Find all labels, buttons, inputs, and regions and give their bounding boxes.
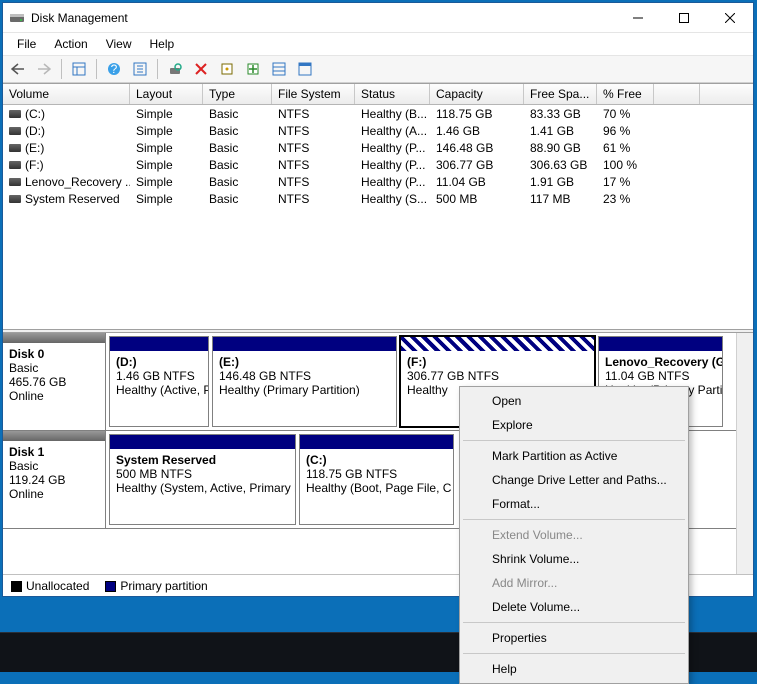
properties-button[interactable] (216, 58, 238, 80)
ctx-open[interactable]: Open (462, 389, 686, 413)
partition-title: (D:) (116, 355, 137, 369)
help-button[interactable]: ? (103, 58, 125, 80)
window-title: Disk Management (31, 11, 615, 25)
action-button[interactable] (242, 58, 264, 80)
toolbar: ? (3, 55, 753, 83)
partition-bar (599, 337, 722, 351)
refresh-button[interactable] (164, 58, 186, 80)
volume-icon (9, 195, 21, 203)
minimize-button[interactable] (615, 3, 661, 33)
ctx-help[interactable]: Help (462, 657, 686, 681)
col-status[interactable]: Status (355, 84, 430, 104)
vertical-scrollbar[interactable] (736, 333, 753, 574)
ctx-extend-volume: Extend Volume... (462, 523, 686, 547)
menubar: File Action View Help (3, 33, 753, 55)
partition-title: (C:) (306, 453, 327, 467)
maximize-button[interactable] (661, 3, 707, 33)
show-hide-tree-button[interactable] (68, 58, 90, 80)
partition-title: Lenovo_Recovery (G:) (605, 355, 722, 369)
volume-row[interactable]: (C:)SimpleBasicNTFSHealthy (B...118.75 G… (3, 105, 753, 122)
ctx-add-mirror: Add Mirror... (462, 571, 686, 595)
back-button[interactable] (7, 58, 29, 80)
legend-primary: Primary partition (105, 579, 207, 593)
col-capacity[interactable]: Capacity (430, 84, 524, 104)
disk-label: Disk 0 (9, 347, 44, 361)
volume-name: Lenovo_Recovery ... (25, 175, 130, 189)
volume-list-pane[interactable]: VolumeLayoutTypeFile SystemStatusCapacit… (3, 84, 753, 329)
menu-action[interactable]: Action (46, 35, 95, 53)
volume-icon (9, 178, 21, 186)
partition-bar (213, 337, 396, 351)
legend-unallocated: Unallocated (11, 579, 89, 593)
close-button[interactable] (707, 3, 753, 33)
volume-row[interactable]: (E:)SimpleBasicNTFSHealthy (P...146.48 G… (3, 139, 753, 156)
disk-label: Disk 1 (9, 445, 44, 459)
partition[interactable]: (C:)118.75 GB NTFSHealthy (Boot, Page Fi… (299, 434, 454, 525)
volume-name: (F:) (25, 158, 44, 172)
titlebar[interactable]: Disk Management (3, 3, 753, 33)
ctx-format[interactable]: Format... (462, 492, 686, 516)
forward-button[interactable] (33, 58, 55, 80)
partition[interactable]: (E:)146.48 GB NTFSHealthy (Primary Parti… (212, 336, 397, 427)
disk-header[interactable]: Disk 0Basic465.76 GBOnline (3, 333, 106, 430)
col-fs[interactable]: File System (272, 84, 355, 104)
volume-icon (9, 127, 21, 135)
partition-title: (E:) (219, 355, 239, 369)
graphical-view-button[interactable] (294, 58, 316, 80)
context-menu: Open Explore Mark Partition as Active Ch… (459, 386, 689, 684)
col-volume[interactable]: Volume (3, 84, 130, 104)
col-type[interactable]: Type (203, 84, 272, 104)
volume-icon (9, 161, 21, 169)
delete-button[interactable] (190, 58, 212, 80)
ctx-properties[interactable]: Properties (462, 626, 686, 650)
disk-management-icon (9, 10, 25, 26)
partition[interactable]: (D:)1.46 GB NTFSHealthy (Active, P (109, 336, 209, 427)
volume-row[interactable]: (D:)SimpleBasicNTFSHealthy (A...1.46 GB1… (3, 122, 753, 139)
volume-name: (D:) (25, 124, 45, 138)
volume-icon (9, 144, 21, 152)
partition-title: (F:) (407, 355, 426, 369)
ctx-change-letter[interactable]: Change Drive Letter and Paths... (462, 468, 686, 492)
ctx-shrink-volume[interactable]: Shrink Volume... (462, 547, 686, 571)
col-tail[interactable] (654, 84, 700, 104)
partition-bar (300, 435, 453, 449)
volume-row[interactable]: Lenovo_Recovery ...SimpleBasicNTFSHealth… (3, 173, 753, 190)
col-layout[interactable]: Layout (130, 84, 203, 104)
disk-header[interactable]: Disk 1Basic119.24 GBOnline (3, 431, 106, 528)
volume-name: (E:) (25, 141, 44, 155)
menu-view[interactable]: View (98, 35, 140, 53)
volume-name: (C:) (25, 107, 45, 121)
column-headers[interactable]: VolumeLayoutTypeFile SystemStatusCapacit… (3, 84, 753, 105)
volume-icon (9, 110, 21, 118)
menu-file[interactable]: File (9, 35, 44, 53)
volume-name: System Reserved (25, 192, 120, 206)
ctx-mark-active[interactable]: Mark Partition as Active (462, 444, 686, 468)
col-free[interactable]: Free Spa... (524, 84, 597, 104)
partition-title: System Reserved (116, 453, 216, 467)
menu-help[interactable]: Help (142, 35, 183, 53)
volume-row[interactable]: System ReservedSimpleBasicNTFSHealthy (S… (3, 190, 753, 207)
ctx-explore[interactable]: Explore (462, 413, 686, 437)
partition-bar (110, 435, 295, 449)
col-pct[interactable]: % Free (597, 84, 654, 104)
partition[interactable]: System Reserved500 MB NTFSHealthy (Syste… (109, 434, 296, 525)
list-view-button[interactable] (268, 58, 290, 80)
partition-bar (401, 337, 594, 351)
settings-button[interactable] (129, 58, 151, 80)
svg-text:?: ? (111, 62, 118, 76)
partition-bar (110, 337, 208, 351)
ctx-delete-volume[interactable]: Delete Volume... (462, 595, 686, 619)
volume-rows: (C:)SimpleBasicNTFSHealthy (B...118.75 G… (3, 105, 753, 207)
volume-row[interactable]: (F:)SimpleBasicNTFSHealthy (P...306.77 G… (3, 156, 753, 173)
